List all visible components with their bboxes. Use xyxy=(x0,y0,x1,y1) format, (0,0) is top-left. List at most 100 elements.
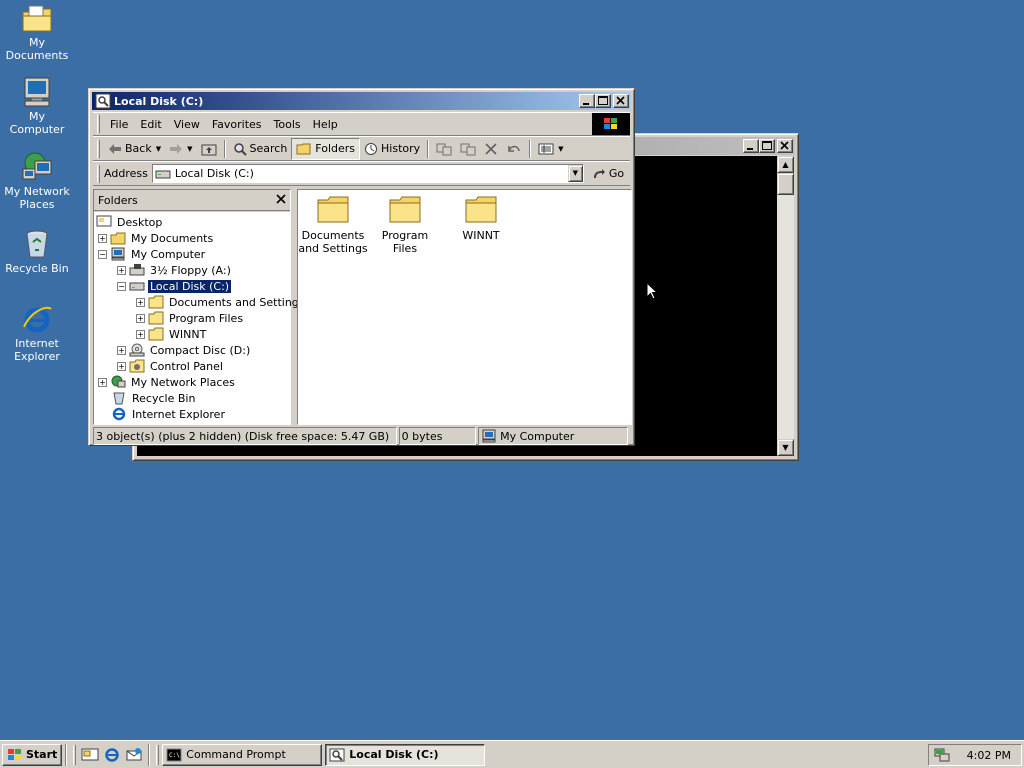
explorer-window[interactable]: Local Disk (C:) File Edit View Favorites… xyxy=(88,88,635,446)
scroll-up-button[interactable]: ▲ xyxy=(777,156,794,173)
toolbar-grip[interactable] xyxy=(156,744,160,765)
tree-item-floppy[interactable]: + 3½ Floppy (A:) xyxy=(117,262,233,278)
close-button[interactable] xyxy=(613,94,629,108)
tree-item-winnt[interactable]: + WINNT xyxy=(136,326,208,342)
close-button[interactable] xyxy=(777,139,793,153)
vertical-scrollbar[interactable]: ▲ ▼ xyxy=(777,156,794,456)
dropdown-arrow-icon[interactable]: ▼ xyxy=(187,145,192,153)
close-icon xyxy=(616,96,625,105)
folders-button[interactable]: Folders xyxy=(291,137,361,160)
folders-pane: Folders Desktop + My Documents − My Comp… xyxy=(93,189,305,425)
undo-button[interactable] xyxy=(502,138,526,160)
maximize-button[interactable] xyxy=(759,139,775,153)
file-item-winnt[interactable]: WINNT xyxy=(446,194,516,242)
toolbar-grip[interactable] xyxy=(73,744,77,765)
folder-icon xyxy=(317,196,349,223)
menu-help[interactable]: Help xyxy=(307,118,344,131)
expand-icon[interactable]: + xyxy=(136,297,145,307)
collapse-icon[interactable]: − xyxy=(98,249,107,259)
menu-edit[interactable]: Edit xyxy=(134,118,167,131)
internet-explorer-icon xyxy=(112,407,126,421)
status-zone-label: My Computer xyxy=(500,429,575,443)
expand-icon[interactable]: + xyxy=(136,313,145,323)
tree-item-label: 3½ Floppy (A:) xyxy=(150,263,231,277)
tree-item-compact-disc-d[interactable]: + Compact Disc (D:) xyxy=(117,342,252,358)
expand-icon[interactable]: + xyxy=(98,377,107,387)
maximize-button[interactable] xyxy=(595,94,611,108)
tree-item-internet-explorer[interactable]: Internet Explorer xyxy=(111,406,227,422)
scroll-down-button[interactable]: ▼ xyxy=(777,439,794,456)
tree-item-desktop[interactable]: Desktop xyxy=(96,214,164,230)
forward-button[interactable]: ▼ xyxy=(165,138,196,160)
desktop-icon-internet-explorer[interactable]: Internet Explorer xyxy=(0,303,74,363)
outlook-express-icon[interactable] xyxy=(125,747,143,763)
folder-tree[interactable]: Desktop + My Documents − My Computer + 3… xyxy=(94,212,305,424)
dropdown-arrow-icon[interactable]: ▼ xyxy=(558,145,563,153)
menu-bar: File Edit View Favorites Tools Help xyxy=(93,112,630,136)
internet-explorer-icon[interactable] xyxy=(103,747,121,763)
go-arrow-icon xyxy=(593,168,605,178)
collapse-icon[interactable]: − xyxy=(117,281,126,291)
folders-pane-title: Folders xyxy=(98,193,138,207)
start-button[interactable]: Start xyxy=(2,743,63,766)
computer-icon xyxy=(111,247,125,261)
tree-item-my-documents[interactable]: + My Documents xyxy=(98,230,215,246)
show-desktop-icon[interactable] xyxy=(81,747,99,763)
explorer-titlebar[interactable]: Local Disk (C:) xyxy=(92,92,631,110)
menu-view[interactable]: View xyxy=(168,118,206,131)
menu-tools[interactable]: Tools xyxy=(268,118,307,131)
tree-item-local-disk-c[interactable]: − Local Disk (C:) xyxy=(117,278,233,294)
move-to-button[interactable] xyxy=(432,138,456,160)
desktop-icon-my-network-places[interactable]: My Network Places xyxy=(0,151,74,211)
tree-item-documents-and-settings[interactable]: + Documents and Settings xyxy=(136,294,307,310)
tree-item-program-files[interactable]: + Program Files xyxy=(136,310,245,326)
minimize-button[interactable] xyxy=(579,94,595,108)
task-button-local-disk-c[interactable]: Local Disk (C:) xyxy=(325,743,486,766)
file-item-program-files[interactable]: Program Files xyxy=(370,194,440,255)
menu-favorites[interactable]: Favorites xyxy=(206,118,268,131)
tree-item-control-panel[interactable]: + Control Panel xyxy=(117,358,225,374)
network-tray-icon[interactable] xyxy=(933,747,951,763)
back-button[interactable]: Back ▼ xyxy=(104,138,165,160)
scroll-thumb[interactable] xyxy=(777,173,794,195)
copy-to-button[interactable] xyxy=(456,138,480,160)
address-dropdown-button[interactable]: ▼ xyxy=(567,165,583,182)
history-button[interactable]: History xyxy=(360,138,424,160)
up-button[interactable] xyxy=(197,138,221,160)
desktop-icon-label: My Network Places xyxy=(4,185,70,211)
dropdown-arrow-icon[interactable]: ▼ xyxy=(156,145,161,153)
toolbar-grip[interactable] xyxy=(97,164,100,183)
tree-item-my-network-places[interactable]: + My Network Places xyxy=(98,374,237,390)
views-button[interactable]: ▼ xyxy=(534,138,567,160)
delete-button[interactable] xyxy=(480,138,502,160)
expand-icon[interactable]: + xyxy=(117,345,126,355)
folder-icon xyxy=(148,311,164,325)
drive-icon xyxy=(329,748,345,761)
file-list-pane[interactable]: Documents and Settings Program Files WIN… xyxy=(297,189,632,425)
minimize-button[interactable] xyxy=(743,139,759,153)
address-label: Address xyxy=(104,167,148,180)
close-pane-button[interactable] xyxy=(276,193,286,207)
tree-item-label: Internet Explorer xyxy=(132,407,225,421)
toolbar-grip[interactable] xyxy=(97,115,100,133)
toolbar-grip[interactable] xyxy=(97,139,100,158)
file-item-documents-and-settings[interactable]: Documents and Settings xyxy=(298,194,368,255)
expand-icon[interactable]: + xyxy=(98,233,107,243)
address-input[interactable]: Local Disk (C:) ▼ xyxy=(151,164,584,183)
expand-icon[interactable]: + xyxy=(117,361,126,371)
go-label: Go xyxy=(608,167,625,180)
search-button[interactable]: Search xyxy=(229,138,292,160)
go-button[interactable]: Go xyxy=(588,163,628,185)
desktop-icon-my-computer[interactable]: My Computer xyxy=(0,76,74,136)
tree-item-my-computer[interactable]: − My Computer xyxy=(98,246,207,262)
tree-item-recycle-bin[interactable]: Recycle Bin xyxy=(111,390,197,406)
expand-icon[interactable]: + xyxy=(117,265,126,275)
mouse-cursor-icon xyxy=(646,282,658,300)
task-button-command-prompt[interactable]: C:\ Command Prompt xyxy=(162,743,323,766)
expand-icon[interactable]: + xyxy=(136,329,145,339)
tree-item-label: Documents and Settings xyxy=(169,295,305,309)
clock[interactable]: 4:02 PM xyxy=(967,749,1011,762)
menu-file[interactable]: File xyxy=(104,118,134,131)
desktop-icon-my-documents[interactable]: My Documents xyxy=(0,4,74,62)
desktop-icon-recycle-bin[interactable]: Recycle Bin xyxy=(0,228,74,275)
